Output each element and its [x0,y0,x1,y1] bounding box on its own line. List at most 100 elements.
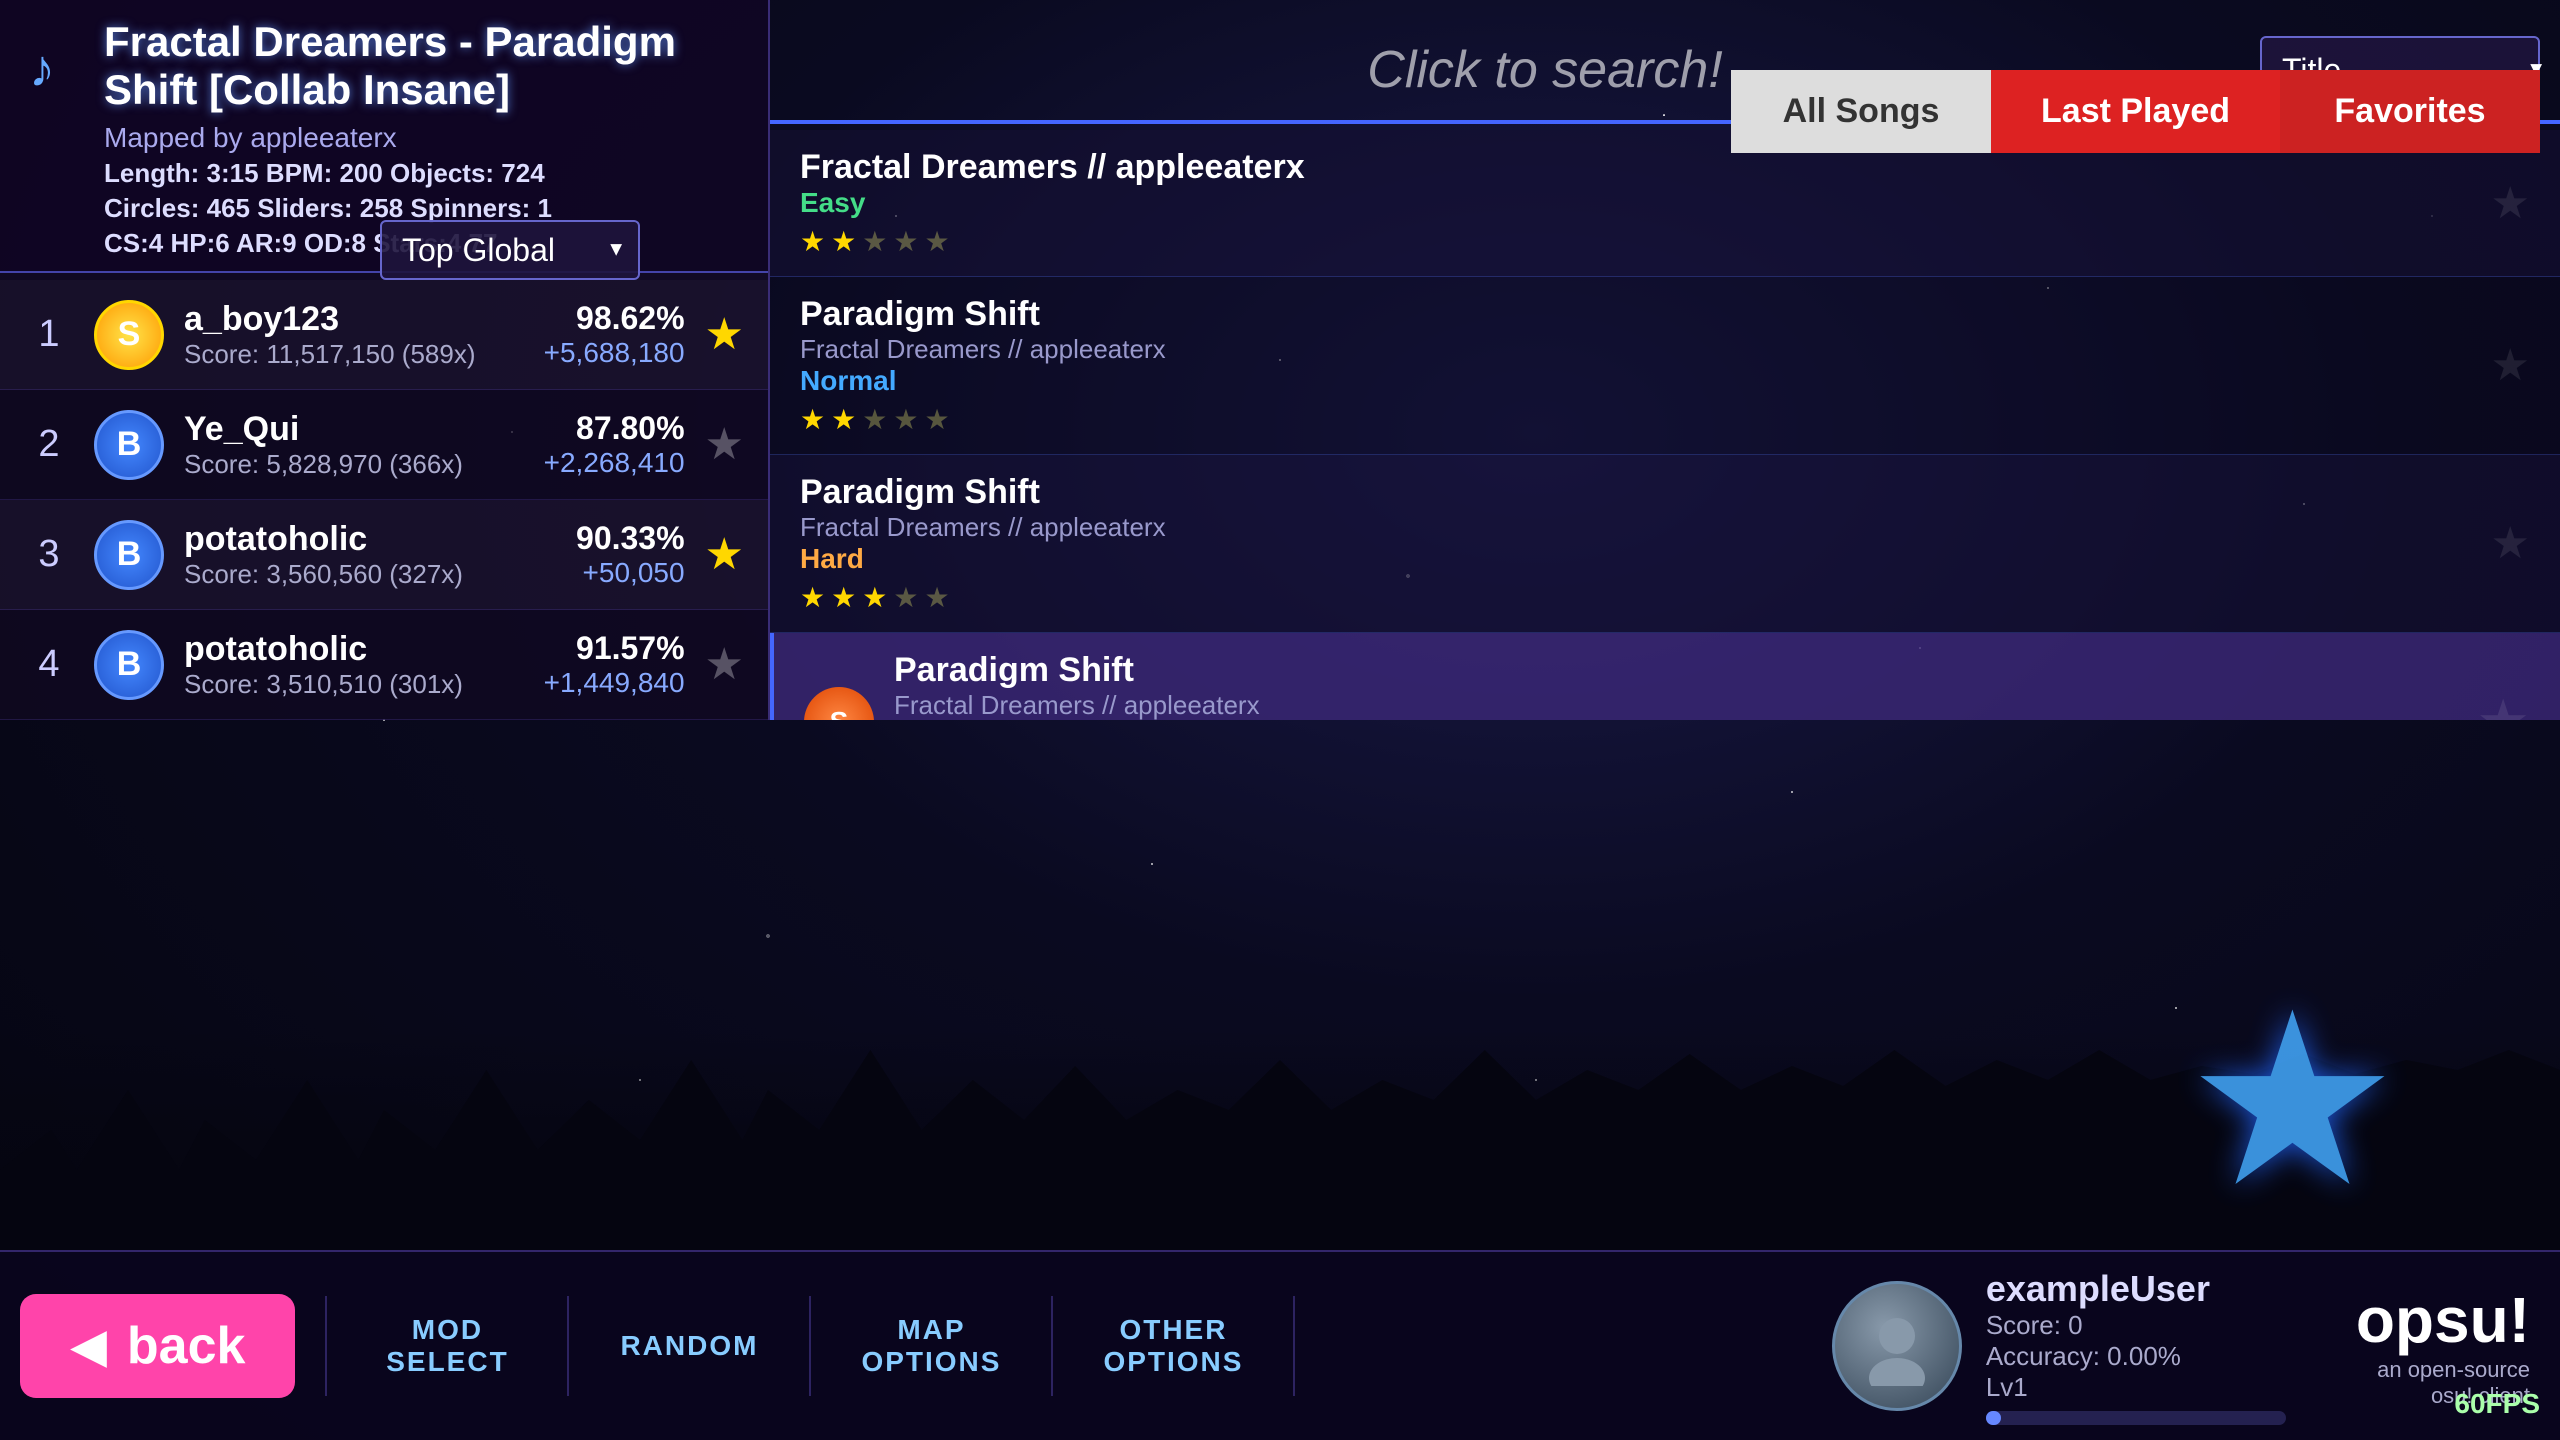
star-icon: ★ [705,639,744,690]
leaderboard-entry[interactable]: 1 S a_boy123 Score: 11,517,150 (589x) 98… [0,280,768,390]
rank-number: 1 [24,313,74,356]
score-pp: +5,688,180 [544,337,685,369]
score-pct: 90.33% [576,520,685,557]
entry-star-icon: ★ [2476,687,2530,721]
player-score: Score: 5,828,970 (366x) [184,449,524,480]
user-info: exampleUser Score: 0 Accuracy: 0.00% Lv1 [1986,1268,2286,1425]
tab-all-songs[interactable]: All Songs [1731,70,1991,153]
score-right: 90.33% +50,050 [576,520,685,589]
star-4: ★ [893,581,918,614]
song-entry-artist: Fractal Dreamers // appleeaterx [800,512,2471,543]
song-entry-info: Fractal Dreamers // appleeaterx Easy ★ ★… [800,148,2471,258]
leaderboard-entry[interactable]: 4 B potatoholic Score: 3,510,510 (301x) … [0,610,768,720]
opsu-name: opsu! [2356,1283,2530,1357]
back-label: back [127,1316,246,1376]
leaderboard: 1 S a_boy123 Score: 11,517,150 (589x) 98… [0,280,768,720]
leaderboard-entry[interactable]: 3 B potatoholic Score: 3,560,560 (327x) … [0,500,768,610]
star-icon: ★ [705,419,744,470]
rank-number: 2 [24,423,74,466]
score-right: 98.62% +5,688,180 [544,300,685,369]
back-button[interactable]: ◀ back [20,1294,295,1398]
song-entry-info: Paradigm Shift Fractal Dreamers // apple… [800,473,2471,614]
player-info: potatoholic Score: 3,510,510 (301x) [184,630,524,700]
star-icon-gold: ★ [705,529,744,580]
star-5: ★ [924,403,949,436]
user-xp-fill [1986,1411,2001,1425]
song-entry-hard[interactable]: Paradigm Shift Fractal Dreamers // apple… [770,455,2560,633]
score-right: 91.57% +1,449,840 [544,630,685,699]
other-options-top: OTHER [1119,1314,1227,1346]
star-4: ★ [893,403,918,436]
trees-silhouette [0,1030,2560,1250]
player-info: potatoholic Score: 3,560,560 (327x) [184,520,556,590]
map-options-top: MAP [897,1314,965,1346]
song-stars: ★ ★ ★ ★ ★ [800,403,2471,436]
star-3: ★ [862,581,887,614]
player-score: Score: 3,560,560 (327x) [184,559,556,590]
rank-number: 4 [24,643,74,686]
grade-badge-b: B [94,630,164,700]
random-button[interactable]: RANDOM [569,1320,809,1372]
song-entry-name: Paradigm Shift [894,651,2530,690]
star-1: ★ [800,581,825,614]
song-mapped-by: Mapped by appleeaterx [24,122,744,154]
song-entry-normal[interactable]: Paradigm Shift Fractal Dreamers // apple… [770,277,2560,455]
grade-badge-s: S [94,300,164,370]
star-5: ★ [924,581,949,614]
back-arrow-icon: ◀ [70,1318,107,1374]
star-2: ★ [831,581,856,614]
mod-select-button[interactable]: MOD SELECT [327,1304,567,1388]
filter-bar: Top Global Local Scores [380,220,640,280]
other-options-button[interactable]: OTHER OPTIONS [1053,1304,1293,1388]
star-3: ★ [862,225,887,258]
tab-last-played[interactable]: Last Played [1991,70,2280,153]
player-info: Ye_Qui Score: 5,828,970 (366x) [184,410,524,480]
star-1: ★ [800,403,825,436]
song-stars: ★ ★ ★ ★ ★ [800,225,2471,258]
player-name: Ye_Qui [184,410,524,449]
entry-star-icon: ★ [2491,178,2530,229]
fps-badge: 60FPS [2454,1388,2540,1420]
star-5: ★ [924,225,949,258]
player-info: a_boy123 Score: 11,517,150 (589x) [184,300,524,370]
song-entry-name: Paradigm Shift [800,473,2471,512]
score-pct: 98.62% [544,300,685,337]
svg-text:♪: ♪ [29,40,55,96]
map-options-bottom: OPTIONS [861,1346,1001,1378]
right-panel: Click to search! Title Artist Creator Al… [770,0,2560,720]
player-name: potatoholic [184,520,556,559]
leaderboard-entry[interactable]: 2 B Ye_Qui Score: 5,828,970 (366x) 87.80… [0,390,768,500]
mod-select-bottom: SELECT [386,1346,508,1378]
user-profile: exampleUser Score: 0 Accuracy: 0.00% Lv1 [1792,1268,2326,1425]
random-label: RANDOM [620,1330,758,1362]
top-global-select[interactable]: Top Global Local Scores [380,220,640,280]
tab-favorites[interactable]: Favorites [2280,70,2540,153]
divider [1293,1296,1295,1396]
song-title: Fractal Dreamers - Paradigm Shift [Colla… [104,18,744,114]
song-entry-info: Paradigm Shift Fractal Dreamers // apple… [800,295,2471,436]
star-4: ★ [893,225,918,258]
music-note-icon: ♪ [24,36,84,96]
grade-badge-b: B [94,520,164,590]
user-accuracy: Accuracy: 0.00% [1986,1341,2286,1372]
song-entry-collab-insane[interactable]: S Paradigm Shift Fractal Dreamers // app… [770,633,2560,720]
score-pct: 91.57% [544,630,685,667]
star-1: ★ [800,225,825,258]
score-pp: +1,449,840 [544,667,685,699]
star-icon-gold: ★ [705,309,744,360]
map-options-button[interactable]: MAP OPTIONS [811,1304,1051,1388]
opsu-sub1: an open-source [2377,1357,2530,1383]
player-name: a_boy123 [184,300,524,339]
rank-number: 3 [24,533,74,576]
song-entry-artist: Fractal Dreamers // appleeaterx [894,690,2530,720]
bottom-bar: ◀ back MOD SELECT RANDOM MAP OPTIONS OTH… [0,1250,2560,1440]
score-pp: +50,050 [576,557,685,589]
user-level: Lv1 [1986,1372,2286,1403]
entry-star-icon: ★ [2491,340,2530,391]
player-name: potatoholic [184,630,524,669]
star-2: ★ [831,403,856,436]
song-entry-artist: Fractal Dreamers // appleeaterx [800,334,2471,365]
player-score: Score: 11,517,150 (589x) [184,339,524,370]
user-avatar[interactable] [1832,1281,1962,1411]
star-3: ★ [862,403,887,436]
